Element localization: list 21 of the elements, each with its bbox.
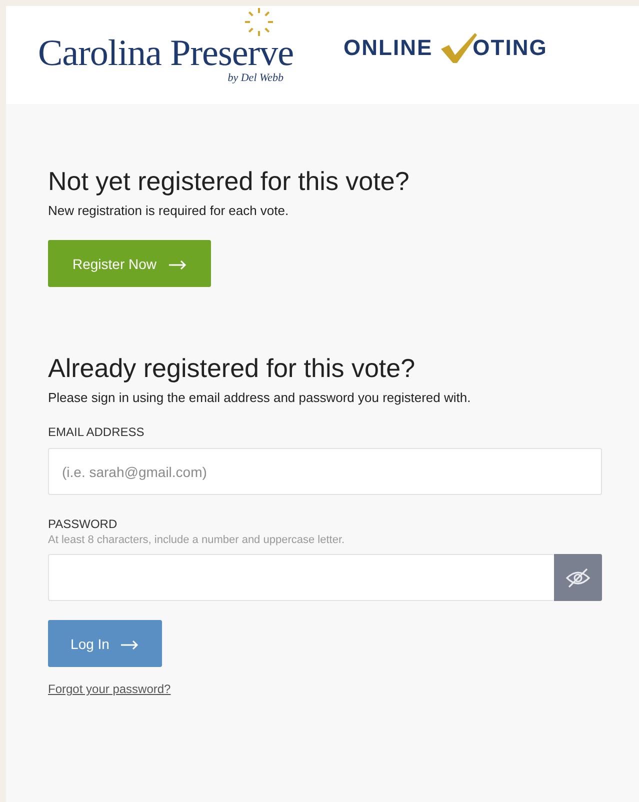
arrow-icon [168, 260, 187, 270]
brand-byline: by Del Webb [228, 72, 284, 84]
login-button[interactable]: Log In [48, 620, 162, 667]
password-field[interactable] [48, 554, 554, 601]
section-description: New registration is required for each vote. [48, 203, 290, 218]
product-name: ONLINE [344, 35, 433, 61]
email-field[interactable]: (i.e. sarah@gmail.com) [48, 448, 602, 495]
section-heading: Not yet registered for this vote? [48, 166, 410, 197]
sunburst-icon [244, 6, 274, 36]
arrow-icon [121, 640, 140, 650]
show-password-button[interactable] [554, 554, 602, 601]
register-button[interactable]: Register Now [48, 240, 211, 287]
section-heading: Already registered for this vote? [48, 353, 416, 384]
brand-name: Carolina Preserve [38, 34, 294, 72]
forgot-password-link[interactable]: Forgot your password? [48, 682, 171, 696]
eye-slash-icon [565, 566, 591, 588]
field-hint: At least 8 characters, include a number and uppercase letter. [48, 534, 346, 546]
field-label: EMAIL ADDRESS [48, 425, 146, 439]
field-label: PASSWORD [48, 517, 118, 531]
product-name-end: OTING [472, 35, 548, 61]
section-description: Please sign in using the email address and password you registered with. [48, 390, 472, 405]
